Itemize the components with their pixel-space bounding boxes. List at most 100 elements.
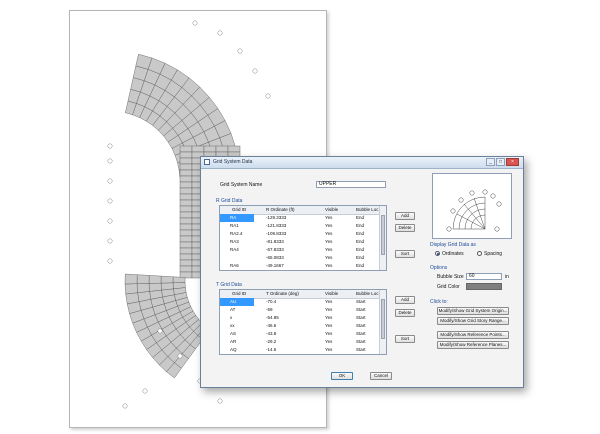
column-header[interactable]: Visible [325, 290, 338, 298]
modify-grid-origin-button[interactable]: Modify/Show Grid System Origin... [437, 307, 509, 315]
table-cell[interactable]: RA2.4 [220, 230, 254, 238]
table-cell[interactable]: Yes [325, 346, 332, 354]
table-cell[interactable]: Start [356, 338, 366, 346]
table-cell[interactable]: Start [356, 314, 366, 322]
ok-button[interactable]: OK [331, 372, 353, 380]
r-grid-add-button[interactable]: Add [395, 212, 415, 220]
table-cell[interactable]: Start [356, 322, 366, 330]
spacing-radio[interactable] [477, 251, 482, 256]
grid-system-name-input[interactable]: UPPER [316, 181, 386, 188]
table-cell[interactable]: RA [220, 214, 254, 222]
table-cell[interactable]: End [356, 238, 364, 246]
table-cell[interactable]: Yes [325, 298, 332, 306]
t-grid-sort-button[interactable]: Sort [395, 335, 415, 343]
column-header[interactable]: R Ordinate (ft) [266, 206, 295, 214]
table-cell[interactable]: Yes [325, 246, 332, 254]
table-cell[interactable]: End [356, 246, 364, 254]
t-grid-table[interactable]: Grid ID T Ordinate (deg) Visible Bubble Loc… [219, 289, 387, 355]
table-cell[interactable]: Yes [325, 330, 332, 338]
vertical-scrollbar[interactable] [379, 290, 386, 354]
table-cell[interactable]: End [356, 222, 364, 230]
table-cell[interactable]: Yes [325, 338, 332, 346]
table-cell[interactable]: Yes [325, 262, 332, 270]
table-cell[interactable]: Yes [325, 306, 332, 314]
column-header[interactable]: Grid ID [232, 206, 246, 214]
table-row[interactable]: AQ -14.6 Yes Start [220, 346, 386, 354]
dialog-titlebar[interactable]: Grid System Data _ □ × [201, 157, 523, 169]
table-cell[interactable]: RA4 [220, 246, 254, 254]
grid-color-swatch[interactable] [466, 283, 502, 290]
table-cell[interactable]: AU [220, 298, 254, 306]
table-row[interactable]: x -54.85 Yes Start [220, 314, 386, 322]
table-cell[interactable]: -43.8 [266, 330, 276, 338]
modify-reference-planes-button[interactable]: Modify/Show Reference Planes... [437, 341, 509, 349]
table-cell[interactable]: -129.3333 [266, 214, 286, 222]
table-cell[interactable]: -70.4 [266, 298, 276, 306]
table-row[interactable]: RA -129.3333 Yes End [220, 214, 386, 222]
r-grid-table[interactable]: Grid ID R Ordinate (ft) Visible Bubble Loc R… [219, 205, 387, 271]
column-header[interactable]: Bubble Loc [356, 290, 379, 298]
table-row[interactable]: AS -43.8 Yes Start [220, 330, 386, 338]
table-row[interactable]: RA6 -49.1667 Yes End [220, 262, 386, 270]
table-cell[interactable]: Yes [325, 238, 332, 246]
table-cell[interactable]: -109.8333 [266, 230, 286, 238]
table-row[interactable]: RA4 -67.8333 Yes End [220, 246, 386, 254]
table-cell[interactable]: -46.6 [266, 322, 276, 330]
table-cell[interactable]: -65.0833 [266, 254, 284, 262]
t-grid-add-button[interactable]: Add [395, 296, 415, 304]
table-cell[interactable]: AT [220, 306, 254, 314]
minimize-icon[interactable]: _ [486, 158, 495, 166]
ordinates-radio[interactable] [435, 251, 440, 256]
table-cell[interactable]: Start [356, 346, 366, 354]
r-grid-delete-button[interactable]: Delete [395, 224, 415, 232]
table-cell[interactable]: xx [220, 322, 254, 330]
table-cell[interactable]: Yes [325, 254, 332, 262]
table-cell[interactable]: Start [356, 306, 366, 314]
table-row[interactable]: RA2.4 -109.8333 Yes End [220, 230, 386, 238]
modify-story-range-button[interactable]: Modify/Show Grid Story Range... [437, 317, 509, 325]
scrollbar-thumb[interactable] [381, 299, 385, 339]
table-cell[interactable]: -67.8333 [266, 246, 284, 254]
table-cell[interactable]: End [356, 262, 364, 270]
modify-reference-points-button[interactable]: Modify/Show Reference Points... [437, 331, 509, 339]
table-row[interactable]: xx -46.6 Yes Start [220, 322, 386, 330]
vertical-scrollbar[interactable] [379, 206, 386, 270]
table-row[interactable]: AU -70.4 Yes Start [220, 298, 386, 306]
table-cell[interactable]: Start [356, 298, 366, 306]
column-header[interactable]: Visible [325, 206, 338, 214]
table-cell[interactable]: RA1 [220, 222, 254, 230]
column-header[interactable]: Grid ID [232, 290, 246, 298]
cancel-button[interactable]: Cancel [370, 372, 392, 380]
table-cell[interactable]: -54.85 [266, 314, 279, 322]
table-cell[interactable]: Yes [325, 314, 332, 322]
r-grid-sort-button[interactable]: Sort [395, 250, 415, 258]
table-cell[interactable]: End [356, 254, 364, 262]
table-cell[interactable]: -121.8333 [266, 222, 286, 230]
table-cell[interactable]: RA3 [220, 238, 254, 246]
table-cell[interactable]: Yes [325, 322, 332, 330]
close-icon[interactable]: × [506, 158, 519, 166]
table-cell[interactable]: AS [220, 330, 254, 338]
table-cell[interactable]: -49.1667 [266, 262, 284, 270]
maximize-icon[interactable]: □ [496, 158, 505, 166]
table-cell[interactable]: AQ [220, 346, 254, 354]
table-cell[interactable]: -59 [266, 306, 273, 314]
table-row[interactable]: RA3 -81.8333 Yes End [220, 238, 386, 246]
table-row[interactable]: AR -29.2 Yes Start [220, 338, 386, 346]
table-cell[interactable]: End [356, 230, 364, 238]
scrollbar-thumb[interactable] [381, 215, 385, 255]
table-cell[interactable]: Yes [325, 214, 332, 222]
table-row[interactable]: AT -59 Yes Start [220, 306, 386, 314]
bubble-size-input[interactable]: 60 [466, 273, 502, 280]
table-cell[interactable]: x [220, 314, 254, 322]
table-cell[interactable]: Yes [325, 222, 332, 230]
table-cell[interactable]: End [356, 214, 364, 222]
table-row[interactable]: -65.0833 Yes End [220, 254, 386, 262]
table-cell[interactable]: -14.6 [266, 346, 276, 354]
table-cell[interactable]: AR [220, 338, 254, 346]
column-header[interactable]: T Ordinate (deg) [266, 290, 299, 298]
table-cell[interactable]: Yes [325, 230, 332, 238]
table-row[interactable]: RA1 -121.8333 Yes End [220, 222, 386, 230]
table-cell[interactable]: Start [356, 330, 366, 338]
t-grid-delete-button[interactable]: Delete [395, 309, 415, 317]
